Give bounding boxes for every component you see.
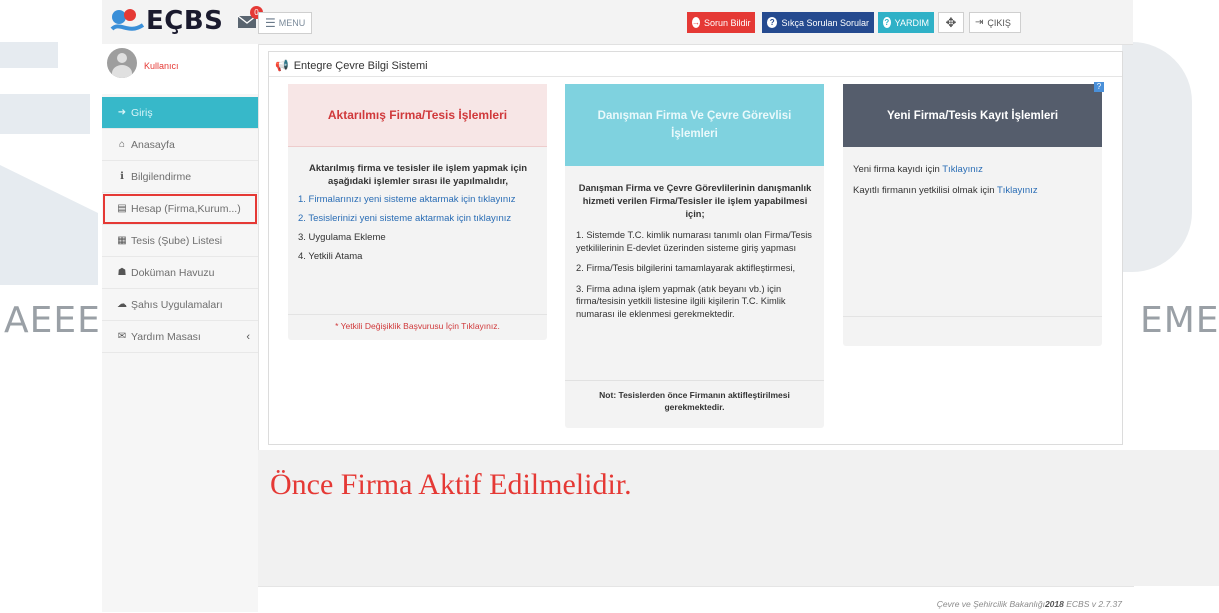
users-icon: ☗	[117, 267, 127, 278]
consultant-body: Danışman Firma ve Çevre Görevlilerinin d…	[576, 182, 814, 320]
consultant-title: Danışman Firma Ve Çevre Görevlisi İşleml…	[565, 84, 824, 166]
help-question-icon: ?	[883, 17, 891, 28]
sidebar-item-label: Doküman Havuzu	[131, 266, 215, 279]
transferred-firm-card: Aktarılmış Firma/Tesis İşlemleri Aktarıl…	[288, 84, 547, 340]
consultant-card: Danışman Firma Ve Çevre Görevlisi İşleml…	[565, 84, 824, 428]
user-panel: Kullanıcı	[102, 44, 258, 94]
footer: Çevre ve Şehircilik Bakanlığı2018 ECBS v…	[258, 586, 1134, 613]
new-firm-card: Yeni Firma/Tesis Kayıt İşlemleri ? Yeni …	[843, 82, 1104, 346]
consultant-intro: Danışman Firma ve Çevre Görevlilerinin d…	[578, 183, 812, 219]
new-firm-divider	[843, 316, 1102, 317]
transfer-firms-link[interactable]: 1. Firmalarınızı yeni sisteme aktarmak i…	[298, 193, 538, 207]
bullhorn-icon: 📢	[275, 60, 289, 72]
logout-button[interactable]: ⇥ ÇIKIŞ	[969, 12, 1021, 33]
sidebar-item-anasayfa[interactable]: ⌂ Anasayfa	[102, 129, 258, 161]
footer-ministry: Çevre ve Şehircilik Bakanlığı	[936, 599, 1045, 609]
sidebar-item-giris[interactable]: ➜ Giriş	[102, 97, 258, 129]
footer-year: 2018	[1044, 599, 1064, 609]
footer-text: Çevre ve Şehircilik Bakanlığı2018 ECBS v…	[937, 599, 1122, 609]
become-authorized-link[interactable]: Tıklayınız	[997, 185, 1038, 196]
consultant-step-2: 2. Firma/Tesis bilgilerini tamamlayarak …	[576, 263, 796, 273]
become-authorized-line: Kayıtlı firmanın yetkilisi olmak için Tı…	[853, 184, 1098, 197]
logo-mark-icon	[110, 9, 144, 31]
watermark-shape-right	[1122, 42, 1192, 272]
watermark-shape-left-mid	[0, 94, 90, 134]
new-firm-register-text: Yeni firma kayıdı için	[853, 164, 940, 175]
sidebar-item-yardim-masasi[interactable]: ✉ Yardım Masası ‹	[102, 321, 258, 353]
faq-button[interactable]: ? Sıkça Sorulan Sorular	[762, 12, 874, 33]
new-firm-register-line: Yeni firma kayıdı için Tıklayınız	[853, 163, 1098, 176]
transferred-firm-body: Aktarılmış firma ve tesisler ile işlem y…	[298, 162, 538, 264]
app-logo[interactable]: EÇBS	[110, 6, 223, 36]
sidebar-item-label: Tesis (Şube) Listesi	[131, 234, 223, 247]
help-badge-icon[interactable]: ?	[1094, 82, 1104, 92]
sidebar-item-bilgilendirme[interactable]: ℹ Bilgilendirme	[102, 161, 258, 193]
panel-title-text: Entegre Çevre Bilgi Sistemi	[293, 59, 428, 72]
transferred-firm-title: Aktarılmış Firma/Tesis İşlemleri	[288, 84, 547, 147]
logout-icon: ⇥	[975, 17, 984, 28]
consultant-step-1: 1. Sistemde T.C. kimlik numarası tanımlı…	[576, 230, 812, 253]
consultant-step-3: 3. Firma adına işlem yapmak (atık beyanı…	[576, 283, 786, 319]
consultant-note: Not: Tesislerden önce Firmanın aktifleşt…	[599, 390, 790, 412]
consultant-divider	[565, 380, 824, 381]
home-icon: ⌂	[118, 139, 126, 150]
firm-inactive-warning: Önce Firma Aktif Edilmelidir.	[270, 468, 632, 501]
sidebar-item-label: Şahıs Uygulamaları	[131, 298, 223, 311]
transferred-firm-divider	[288, 314, 547, 315]
report-issue-button[interactable]: → Sorun Bildir	[687, 12, 755, 33]
watermark-text-left: AEEE	[4, 300, 101, 341]
new-firm-body: Yeni firma kayıdı için Tıklayınız Kayıtl…	[853, 163, 1098, 205]
sidebar-item-label: Hesap (Firma,Kurum...)	[131, 202, 241, 215]
step-add-application: 3. Uygulama Ekleme	[298, 232, 386, 243]
panel-divider	[269, 76, 1122, 77]
chevron-left-icon: ‹	[246, 330, 250, 343]
move-button[interactable]: ✥	[938, 12, 964, 33]
new-firm-title: Yeni Firma/Tesis Kayıt İşlemleri	[843, 84, 1102, 147]
watermark-text-right: EME	[1140, 300, 1219, 341]
become-authorized-text: Kayıtlı firmanın yetkilisi olmak için	[853, 185, 995, 196]
move-icon: ✥	[945, 14, 957, 30]
watermark-shape-left-top	[0, 42, 58, 68]
step-assign-authority: 4. Yetkili Atama	[298, 251, 363, 262]
panel-title: 📢 Entegre Çevre Bilgi Sistemi	[275, 59, 428, 73]
menu-toggle-button[interactable]: ☰ MENU	[258, 12, 313, 34]
avatar[interactable]	[107, 48, 137, 78]
watermark-shape-left-low	[0, 165, 98, 285]
sidebar-item-hesap[interactable]: ▤ Hesap (Firma,Kurum...)	[102, 193, 258, 225]
sidebar-item-label: Bilgilendirme	[131, 170, 192, 183]
hamburger-icon: ☰	[265, 16, 276, 30]
new-firm-register-link[interactable]: Tıklayınız	[942, 164, 983, 175]
faq-label: Sıkça Sorulan Sorular	[781, 17, 869, 28]
report-issue-label: Sorun Bildir	[704, 17, 751, 28]
sidebar-item-label: Yardım Masası	[131, 330, 201, 343]
issue-icon: →	[692, 17, 700, 28]
sidebar-item-label: Giriş	[131, 106, 153, 119]
sidebar-item-tesis-listesi[interactable]: ▦ Tesis (Şube) Listesi	[102, 225, 258, 257]
sidebar-item-sahis-uygulamalari[interactable]: ☁ Şahıs Uygulamaları	[102, 289, 258, 321]
logout-label: ÇIKIŞ	[987, 17, 1011, 28]
footer-version: ECBS v 2.7.37	[1066, 599, 1122, 609]
logo-text: EÇBS	[146, 6, 224, 36]
help-button[interactable]: ? YARDIM	[878, 12, 934, 33]
transfer-facilities-link[interactable]: 2. Tesislerinizi yeni sisteme aktarmak i…	[298, 212, 538, 226]
cloud-icon: ☁	[117, 299, 127, 310]
help-label: YARDIM	[894, 17, 929, 28]
sign-in-icon: ➜	[117, 107, 127, 118]
document-icon: ▦	[117, 235, 127, 246]
sidebar-item-dokuman-havuzu[interactable]: ☗ Doküman Havuzu	[102, 257, 258, 289]
question-icon: ?	[767, 17, 778, 28]
sidebar-item-label: Anasayfa	[131, 138, 175, 151]
building-icon: ▤	[117, 203, 127, 214]
username-label[interactable]: Kullanıcı	[144, 61, 179, 71]
envelope-icon: ✉	[117, 331, 127, 342]
info-icon: ℹ	[120, 171, 124, 182]
authority-change-link[interactable]: * Yetkili Değişiklik Başvurusu İçin Tıkl…	[288, 321, 547, 331]
sidebar: Kullanıcı ➜ Giriş ⌂ Anasayfa ℹ Bilgilend…	[102, 44, 259, 612]
transferred-firm-intro: Aktarılmış firma ve tesisler ile işlem y…	[308, 163, 528, 187]
menu-label: MENU	[278, 18, 306, 28]
